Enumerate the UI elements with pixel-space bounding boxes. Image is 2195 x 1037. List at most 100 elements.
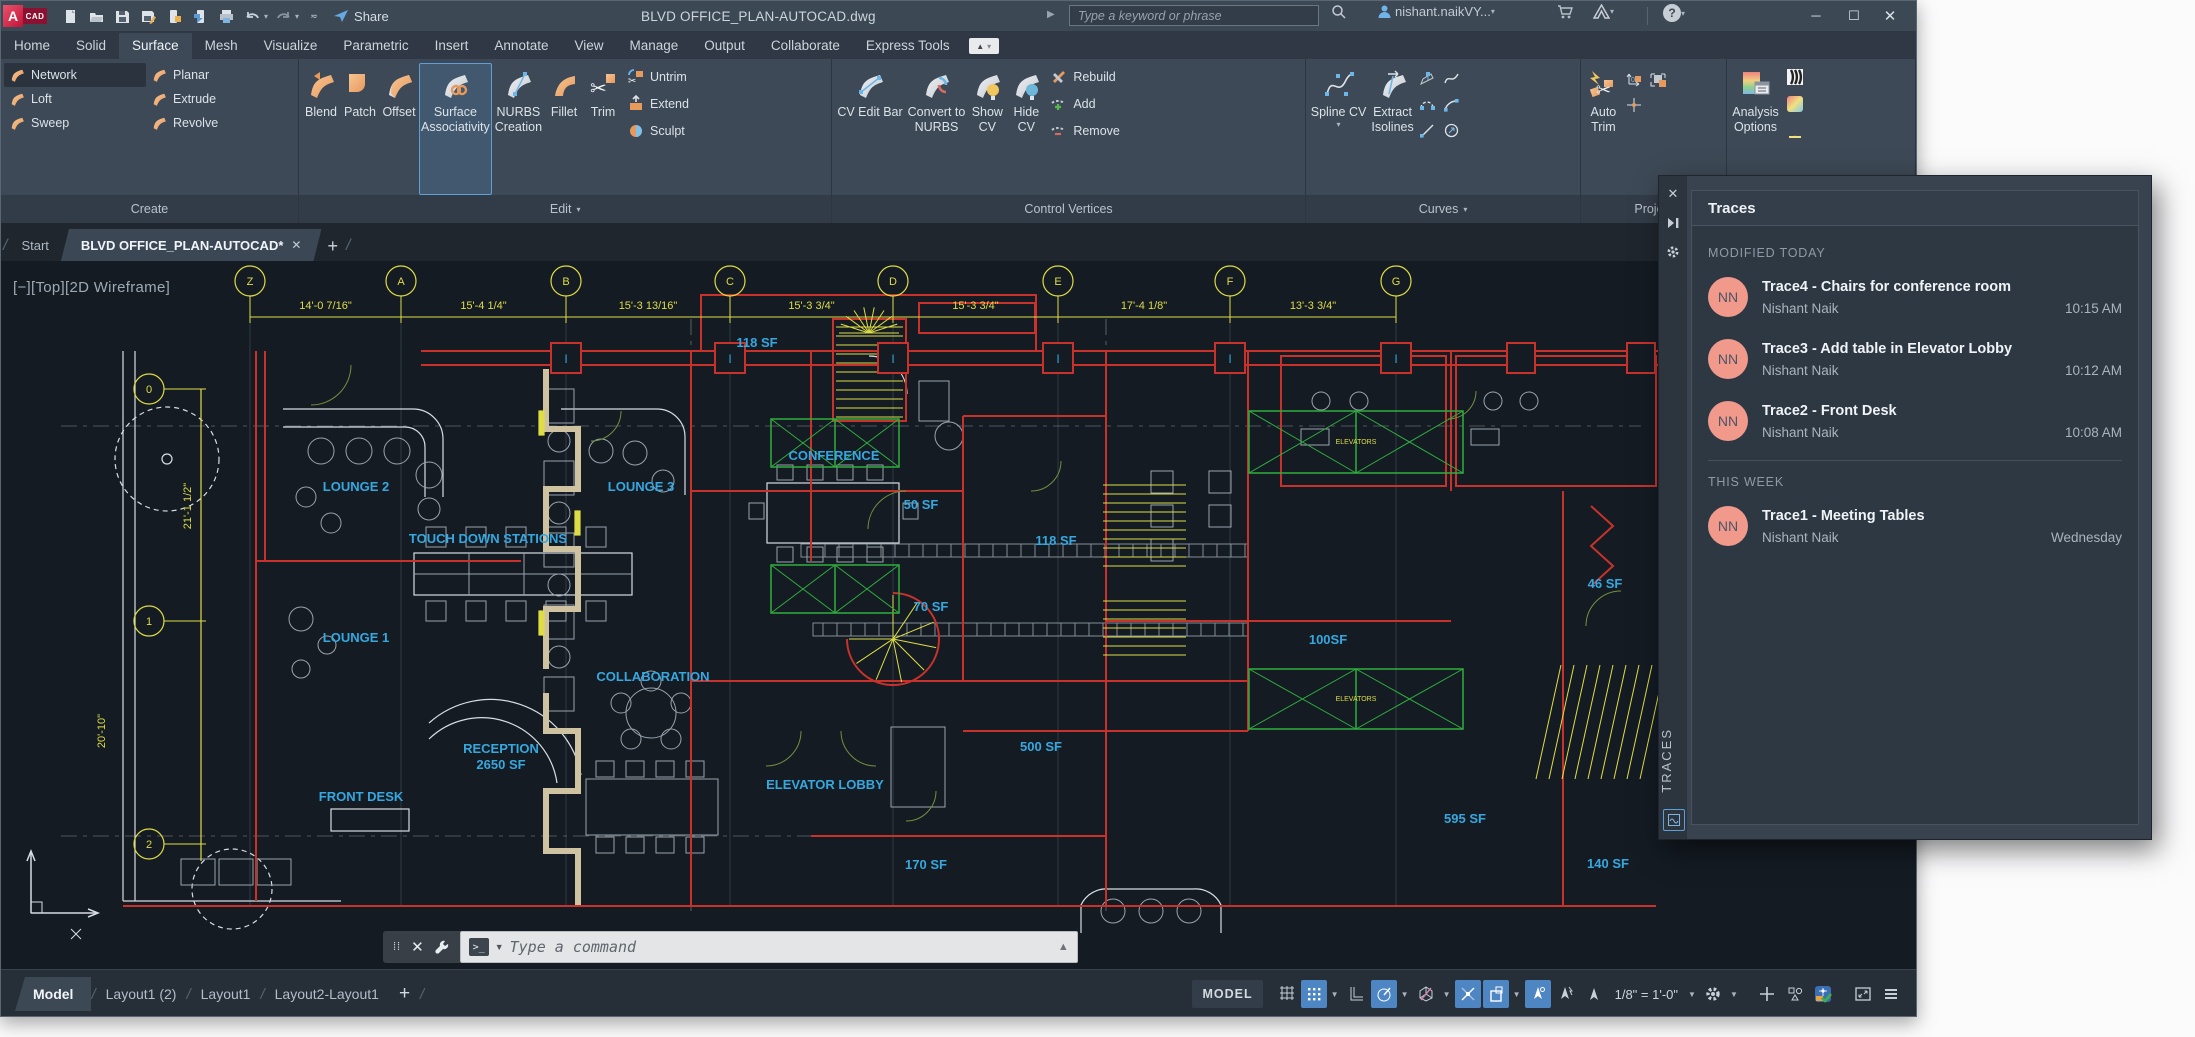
ribbon-tab-insert[interactable]: Insert	[422, 33, 482, 59]
command-drag-handle[interactable]: ⁞⁞	[393, 941, 401, 953]
qat-dropdown-icon[interactable]: ≂	[303, 5, 325, 27]
drawing-canvas[interactable]: ELEVATORSELEVATORS IIIIII ZABCDEFG012 14…	[1, 261, 1917, 969]
trace-list-item[interactable]: NNTrace2 - Front DeskNishant Naik10:08 A…	[1708, 390, 2122, 452]
annotation-visibility-icon[interactable]	[1525, 980, 1551, 1008]
status-caret-icon[interactable]: ▼	[1728, 990, 1740, 999]
command-close-icon[interactable]: ✕	[411, 938, 424, 956]
ribbon-tab-mesh[interactable]: Mesh	[192, 33, 251, 59]
redo-icon-caret[interactable]: ▾	[295, 12, 299, 21]
user-account-button[interactable]: nishant.naikVY...▾	[1377, 4, 1495, 19]
isolate-objects-icon[interactable]	[1782, 980, 1808, 1008]
close-button[interactable]: ✕	[1873, 1, 1907, 30]
autocad-logo-icon[interactable]: ACAD	[3, 1, 49, 31]
blend-curve-button[interactable]	[1419, 93, 1437, 117]
customization-menu-icon[interactable]	[1878, 980, 1904, 1008]
layout-tab-layout12[interactable]: Layout1 (2)	[96, 986, 187, 1002]
spline-cv-button[interactable]: Spline CV▾	[1309, 63, 1369, 195]
new-layout-button[interactable]: +	[389, 983, 420, 1005]
sweep-button[interactable]: Sweep	[4, 111, 146, 135]
panel-label-edit[interactable]: Edit▾	[299, 195, 831, 223]
help-button[interactable]: ?▾	[1663, 4, 1685, 22]
command-expand-icon[interactable]: ▲	[1058, 941, 1069, 953]
untrim-button[interactable]: ✂Untrim	[627, 65, 689, 89]
panel-label-control-vertices[interactable]: Control Vertices	[832, 195, 1304, 223]
annotation-scale-icon[interactable]	[1581, 980, 1607, 1008]
isometric-drafting-icon[interactable]	[1413, 980, 1439, 1008]
ribbon-tab-home[interactable]: Home	[1, 33, 63, 59]
arc-button[interactable]	[1443, 93, 1461, 117]
grid-display-icon[interactable]	[1273, 980, 1299, 1008]
nurbs-creation-button[interactable]: NURBSCreation	[493, 63, 544, 195]
status-caret-icon[interactable]: ▼	[1686, 990, 1698, 999]
plot-icon[interactable]	[215, 5, 237, 27]
trace-list-item[interactable]: NNTrace1 - Meeting TablesNishant NaikWed…	[1708, 495, 2122, 557]
search-input[interactable]: Type a keyword or phrase	[1069, 5, 1319, 26]
draft-analysis-button[interactable]	[1786, 119, 1804, 143]
status-caret-icon[interactable]: ▼	[1399, 990, 1411, 999]
status-caret-icon[interactable]: ▼	[1441, 990, 1453, 999]
hide-cv-button[interactable]: HideCV	[1007, 63, 1045, 195]
redo-icon[interactable]	[272, 5, 294, 27]
planar-button[interactable]: Planar	[146, 63, 288, 87]
command-input[interactable]: >_ ▼ Type a command ▲	[460, 931, 1078, 963]
file-tab-start[interactable]: Start	[9, 229, 60, 261]
model-space-button[interactable]: MODEL	[1192, 980, 1262, 1008]
trace-toggle-icon[interactable]	[1663, 809, 1685, 831]
palette-autohide-icon[interactable]	[1665, 215, 1681, 231]
extend-button[interactable]: Extend	[627, 92, 689, 116]
ribbon-display-options-icon[interactable]: ▲▾	[969, 38, 999, 54]
maximize-button[interactable]: ☐	[1837, 1, 1871, 30]
revolve-button[interactable]: Revolve	[146, 111, 288, 135]
cv-edit-bar-button[interactable]: CV Edit Bar	[835, 63, 904, 195]
ribbon-tab-output[interactable]: Output	[691, 33, 758, 59]
fullscreen-icon[interactable]	[1850, 980, 1876, 1008]
ribbon-tab-annotate[interactable]: Annotate	[481, 33, 561, 59]
layout-tab-layout1[interactable]: Layout1	[191, 986, 261, 1002]
command-prompt-icon[interactable]: >_	[469, 938, 489, 956]
spline-button[interactable]	[1443, 67, 1461, 91]
undo-icon-caret[interactable]: ▾	[264, 12, 268, 21]
ribbon-tab-visualize[interactable]: Visualize	[251, 33, 331, 59]
ribbon-tab-surface[interactable]: Surface	[119, 33, 192, 59]
customization-plus-icon[interactable]	[1754, 980, 1780, 1008]
annotation-autoscale-icon[interactable]	[1553, 980, 1579, 1008]
palette-properties-icon[interactable]	[1665, 244, 1681, 260]
point-curve-button[interactable]	[1419, 67, 1437, 91]
new-file-icon[interactable]	[59, 5, 81, 27]
ribbon-tab-express-tools[interactable]: Express Tools	[853, 33, 963, 59]
sculpt-button[interactable]: Sculpt	[627, 119, 689, 143]
extract-isolines-button[interactable]: ExtractIsolines	[1369, 63, 1415, 195]
add-button[interactable]: Add	[1050, 92, 1120, 116]
polar-tracking-icon[interactable]	[1371, 980, 1397, 1008]
project-view-button[interactable]	[1649, 67, 1667, 91]
layout-tab-model[interactable]: Model	[15, 977, 91, 1011]
patch-button[interactable]: Patch	[341, 63, 379, 195]
snap-mode-icon[interactable]	[1301, 980, 1327, 1008]
annotation-scale-value[interactable]: 1/8" = 1'-0"	[1609, 987, 1684, 1002]
save-as-icon[interactable]	[137, 5, 159, 27]
extrude-button[interactable]: Extrude	[146, 87, 288, 111]
file-tab-active[interactable]: BLVD OFFICE_PLAN-AUTOCAD*✕	[61, 229, 322, 261]
panel-label-curves[interactable]: Curves▾	[1306, 195, 1581, 223]
network-button[interactable]: Network	[4, 63, 146, 87]
status-caret-icon[interactable]: ▼	[1511, 990, 1523, 999]
project-ucs-button[interactable]: 0	[1625, 67, 1643, 91]
ortho-mode-icon[interactable]	[1343, 980, 1369, 1008]
trace-list-item[interactable]: NNTrace3 - Add table in Elevator LobbyNi…	[1708, 328, 2122, 390]
curvature-analysis-button[interactable]	[1786, 92, 1804, 116]
remove-button[interactable]: Remove	[1050, 119, 1120, 143]
show-cv-button[interactable]: ShowCV	[968, 63, 1006, 195]
project-points-button[interactable]	[1625, 93, 1643, 117]
blend-button[interactable]: Blend	[302, 63, 340, 195]
title-expand-icon[interactable]: ▶	[1047, 9, 1055, 20]
surface-associativity-button[interactable]: SurfaceAssociativity	[419, 63, 492, 195]
ribbon-tab-parametric[interactable]: Parametric	[330, 33, 421, 59]
line-button[interactable]	[1419, 119, 1437, 143]
auto-trim-button[interactable]: ✂AutoTrim	[1584, 63, 1622, 195]
new-drawing-tab-button[interactable]: +	[327, 236, 338, 257]
open-file-icon[interactable]	[85, 5, 107, 27]
open-from-mobile-icon[interactable]	[163, 5, 185, 27]
app-store-cart-icon[interactable]	[1557, 4, 1573, 19]
object-snap-tracking-icon[interactable]	[1455, 980, 1481, 1008]
ribbon-tab-collaborate[interactable]: Collaborate	[758, 33, 853, 59]
